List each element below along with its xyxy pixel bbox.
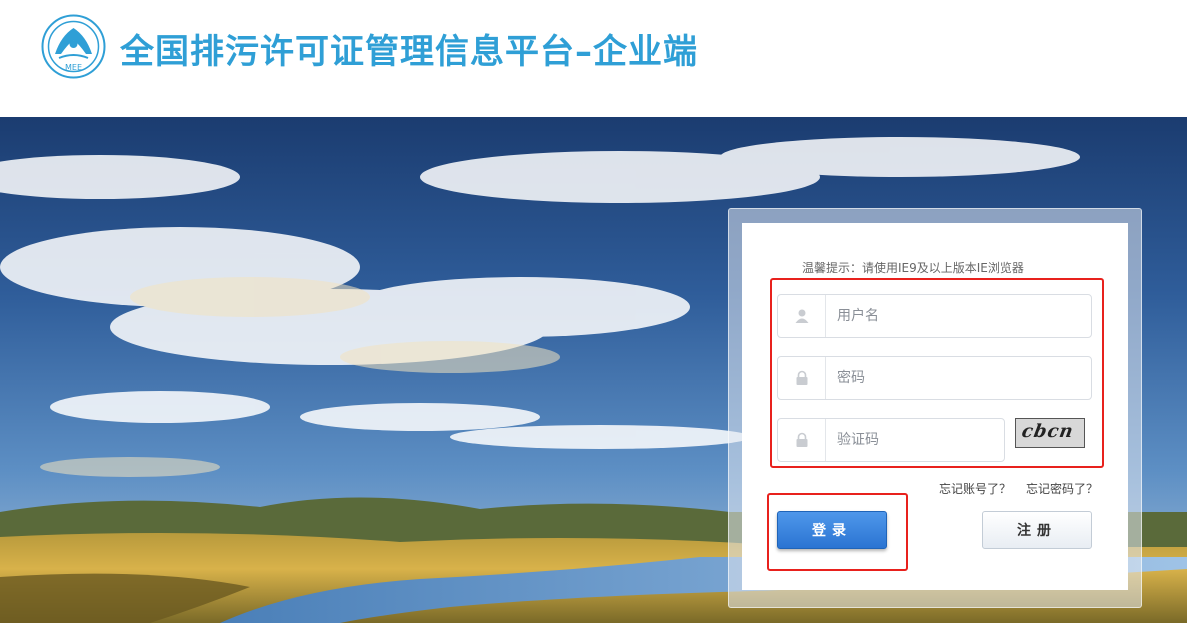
header: MEE 全国排污许可证管理信息平台–企业端	[0, 0, 1187, 117]
highlight-box-fields	[770, 278, 1104, 468]
browser-tip: 温馨提示：请使用IE9及以上版本IE浏览器	[802, 261, 1024, 275]
site-title: 全国排污许可证管理信息平台–企业端	[120, 32, 698, 72]
register-button[interactable]: 注册	[982, 511, 1092, 549]
forgot-password-link[interactable]: 忘记密码了？	[1026, 480, 1098, 497]
forgot-account-link[interactable]: 忘记账号了？	[939, 480, 1011, 497]
svg-text:MEE: MEE	[65, 63, 82, 72]
mee-logo-icon: MEE	[41, 14, 106, 79]
highlight-box-login	[767, 493, 908, 571]
